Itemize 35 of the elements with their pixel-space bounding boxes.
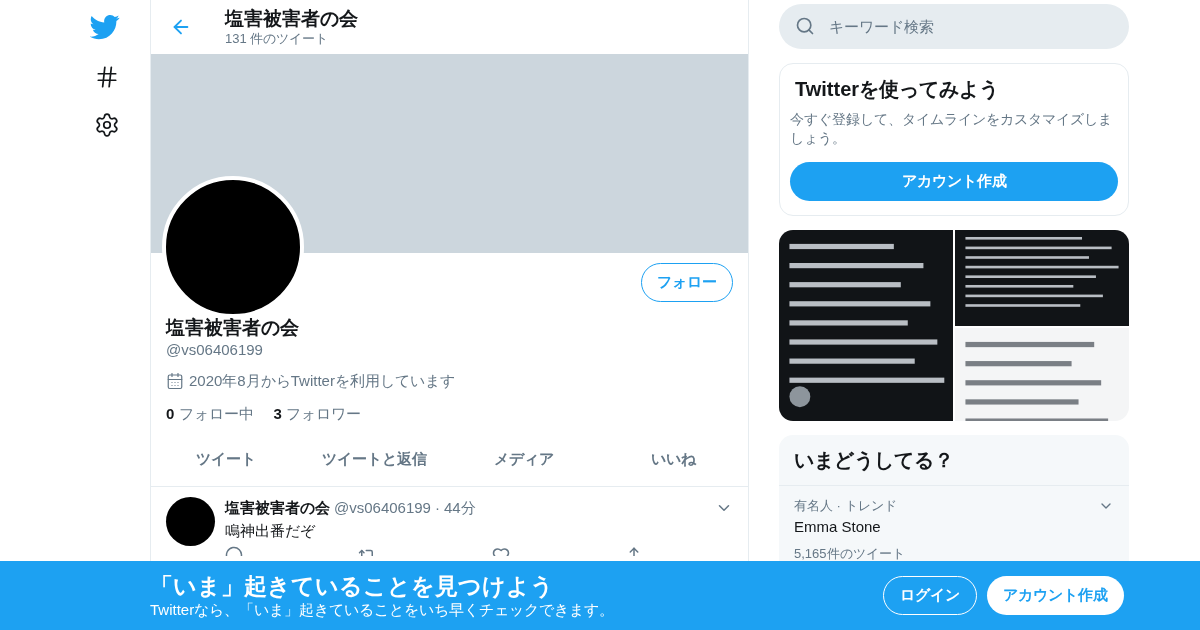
header-title: 塩害被害者の会 <box>225 7 358 31</box>
tweet-time: 44分 <box>443 498 476 518</box>
profile-tab[interactable]: メディア <box>449 433 599 486</box>
tweet-handle: @vs06406199 <box>334 498 431 518</box>
trend-name: Emma Stone <box>794 516 881 537</box>
profile-handle: @vs06406199 <box>166 340 263 360</box>
trends-title: いまどうしてる？ <box>779 435 1129 487</box>
profile-tab[interactable]: ツイート <box>151 433 301 486</box>
search-field[interactable]: キーワード検索 <box>779 4 1129 49</box>
tweet-author: 塩害被害者の会 <box>225 498 330 518</box>
tweet-text: 鳴神出番だぞ <box>225 520 315 541</box>
tweet-count: 131 件のツイート <box>225 31 330 47</box>
profile-tab[interactable]: ツイートと返信 <box>300 433 450 486</box>
bird-logo-icon[interactable] <box>90 12 120 42</box>
calendar-icon <box>166 372 184 391</box>
profile-tab[interactable]: いいね <box>598 433 748 486</box>
reply-icon[interactable] <box>225 546 243 556</box>
trend-count: 5,165件のツイート <box>794 545 905 564</box>
like-icon[interactable] <box>491 546 510 556</box>
profile-name: 塩害被害者の会 <box>166 316 299 340</box>
banner-title: 「いま」起きていることを見つけよう <box>150 572 554 600</box>
trend-item[interactable]: 有名人 · トレンド Emma Stone 5,165件のツイート <box>779 486 1129 564</box>
trend-context: 有名人 · トレンド <box>794 497 897 516</box>
card-text: 今すぐ登録して、タイムラインをカスタマイズしましょう。 <box>790 110 1113 148</box>
followers-link[interactable]: 3 フォロワー <box>273 402 362 425</box>
separator-dot: · <box>434 498 440 518</box>
join-date: 2020年8月からTwitterを利用しています <box>189 371 455 391</box>
tweet-avatar <box>166 497 215 546</box>
following-link[interactable]: 0 フォロー中 <box>166 402 254 425</box>
banner-subtitle: Twitterなら、「いま」起きていることをいち早くチェックできます。 <box>150 600 615 619</box>
search-icon <box>795 16 815 36</box>
card-title: Twitterを使ってみよう <box>794 77 1001 102</box>
signup-button[interactable]: アカウント作成 <box>987 576 1124 615</box>
settings-icon[interactable] <box>94 112 120 138</box>
signup-button[interactable]: アカウント作成 <box>790 162 1118 201</box>
